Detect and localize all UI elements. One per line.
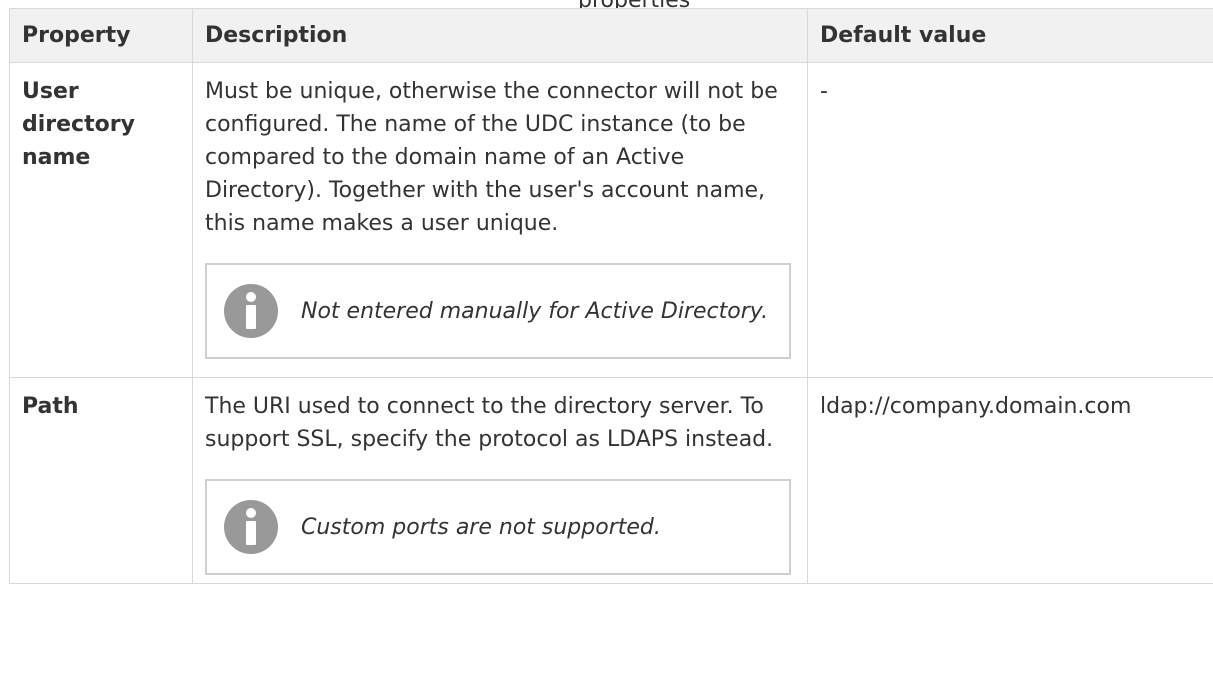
property-cell: Path bbox=[9, 377, 193, 584]
description-cell: The URI used to connect to the directory… bbox=[192, 377, 808, 584]
info-icon bbox=[224, 284, 278, 338]
table-row: Path The URI used to connect to the dire… bbox=[9, 377, 1213, 584]
note-box: Not entered manually for Active Director… bbox=[205, 263, 791, 359]
table-body: User directory name Must be unique, othe… bbox=[9, 62, 1213, 584]
table-row: User directory name Must be unique, othe… bbox=[9, 62, 1213, 378]
description-text: The URI used to connect to the directory… bbox=[205, 394, 774, 452]
note-text: Custom ports are not supported. bbox=[301, 514, 661, 540]
note-text: Not entered manually for Active Director… bbox=[301, 298, 769, 324]
header-property: Property bbox=[9, 8, 193, 63]
info-icon bbox=[224, 500, 278, 554]
note-box: Custom ports are not supported. bbox=[205, 479, 791, 575]
properties-table: Property Description Default value User … bbox=[9, 8, 1213, 584]
default-value-cell: ldap://company.domain.com bbox=[807, 377, 1213, 584]
description-cell: Must be unique, otherwise the connector … bbox=[192, 62, 808, 378]
header-description: Description bbox=[192, 8, 808, 63]
property-cell: User directory name bbox=[9, 62, 193, 378]
table-header: Property Description Default value bbox=[9, 8, 1213, 63]
header-row: Property Description Default value bbox=[9, 8, 1213, 63]
description-text: Must be unique, otherwise the connector … bbox=[205, 79, 778, 236]
header-default-value: Default value bbox=[807, 8, 1213, 63]
default-value-cell: - bbox=[807, 62, 1213, 378]
